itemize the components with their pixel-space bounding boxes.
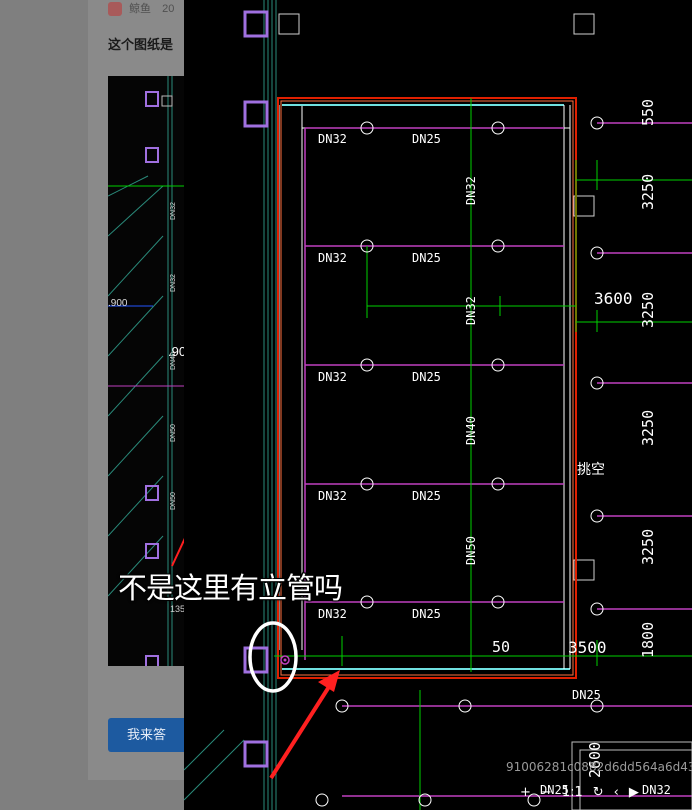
pipe-label: DN32 xyxy=(318,489,347,503)
author-row: 鲸鱼 20 xyxy=(108,0,175,17)
image-viewer[interactable]: DN32 DN25 DN32 DN25 DN32 DN25 DN32 DN25 … xyxy=(184,0,692,810)
thumbnail-label: DN32 xyxy=(170,202,177,220)
dimension-horizontal: 3600 xyxy=(594,289,633,308)
pipe-label-vertical: DN40 xyxy=(464,416,478,445)
pipe-label-vertical: DN32 xyxy=(464,176,478,205)
author-name[interactable]: 鲸鱼 xyxy=(129,3,151,15)
dimension-vertical: 3250 xyxy=(639,291,657,328)
avatar[interactable] xyxy=(108,2,122,17)
answer-button[interactable]: 我来答 xyxy=(108,718,185,752)
thumbnail-label: DN50 xyxy=(170,492,177,510)
thumbnail-elevation: .900 xyxy=(168,344,185,359)
thumbnail-label: DN32 xyxy=(170,274,177,292)
pipe-label: DN32 xyxy=(318,251,347,265)
annotation-caption: 不是这里有立管吗 xyxy=(118,571,343,605)
thumbnail-elevation: .900 xyxy=(108,298,128,309)
zoom-in-button[interactable]: + xyxy=(520,785,531,800)
actual-size-button[interactable]: 1:1 xyxy=(562,785,583,800)
pipe-label: DN25 xyxy=(412,607,441,621)
pipe-label: DN25 xyxy=(412,132,441,146)
thumbnail-label: DN50 xyxy=(170,424,177,442)
pipe-label: DN25 xyxy=(412,370,441,384)
annotation-arrow xyxy=(269,670,340,780)
room-label: 挑空 xyxy=(577,462,605,478)
dimension-vertical: 3250 xyxy=(639,528,657,565)
pipe-label-vertical: DN50 xyxy=(464,536,478,565)
dimension-vertical: 3250 xyxy=(639,173,657,210)
dimension-vertical: 550 xyxy=(639,98,657,126)
cad-drawing xyxy=(184,0,692,810)
question-title: 这个图纸是 xyxy=(108,37,174,52)
pipe-label: DN32 xyxy=(318,370,347,384)
pipe-label: DN25 xyxy=(412,489,441,503)
sprinkler-heads xyxy=(315,116,604,807)
dimension-vertical: 1800 xyxy=(639,621,657,658)
dimension-horizontal: 50 xyxy=(492,638,511,656)
pipe-label: DN32 xyxy=(318,607,347,621)
pipe-branches xyxy=(305,122,692,797)
riser-highlight-ellipse xyxy=(248,621,298,693)
dimension-vertical: 3250 xyxy=(639,409,657,446)
post-date: 20 xyxy=(162,3,175,15)
pipe-label-vertical: DN32 xyxy=(464,296,478,325)
thumbnail-labels: DN32 DN32 DN40 DN50 DN50 xyxy=(170,192,182,510)
pipe-label: DN32 xyxy=(318,132,347,146)
rotate-icon[interactable]: ↻ xyxy=(593,785,604,800)
viewer-toolbar: + − 1:1 ↻ ‹ ▶ xyxy=(520,782,639,802)
pipe-label: DN25 xyxy=(572,688,601,702)
pipe-label: DN25 xyxy=(412,251,441,265)
zoom-out-button[interactable]: − xyxy=(541,785,552,800)
dimension-horizontal: 3500 xyxy=(568,638,607,657)
pipe-label: DN32 xyxy=(642,783,671,797)
image-watermark: 91006281c0882d6dd564a6d434b xyxy=(506,760,692,774)
next-icon[interactable]: ▶ xyxy=(629,785,639,800)
prev-icon[interactable]: ‹ xyxy=(614,785,619,800)
